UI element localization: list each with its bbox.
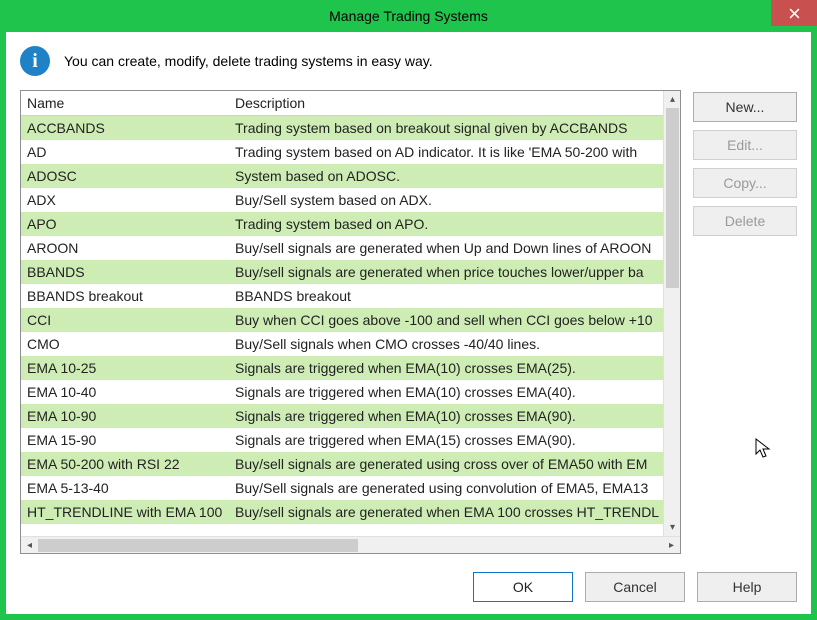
cell-name: EMA 10-90 — [21, 404, 229, 428]
table-row[interactable]: CCIBuy when CCI goes above -100 and sell… — [21, 308, 663, 332]
bottom-button-row: OK Cancel Help — [6, 564, 811, 614]
cell-description: BBANDS breakout — [229, 284, 663, 308]
cell-description: Buy/sell signals are generated when pric… — [229, 260, 663, 284]
cell-name: HT_TRENDLINE with EMA 100 — [21, 500, 229, 524]
table-row[interactable]: ADTrading system based on AD indicator. … — [21, 140, 663, 164]
cell-name: EMA 50-200 with RSI 22 — [21, 452, 229, 476]
cell-description: Trading system based on AD indicator. It… — [229, 140, 663, 164]
info-row: i You can create, modify, delete trading… — [6, 32, 811, 90]
cell-name: BBANDS breakout — [21, 284, 229, 308]
cell-name: APO — [21, 212, 229, 236]
cell-name: AD — [21, 140, 229, 164]
delete-button[interactable]: Delete — [693, 206, 797, 236]
ok-button[interactable]: OK — [473, 572, 573, 602]
table-row[interactable]: EMA 15-90Signals are triggered when EMA(… — [21, 428, 663, 452]
cell-name: ADOSC — [21, 164, 229, 188]
horizontal-scrollbar[interactable]: ◂ ▸ — [21, 536, 680, 553]
cell-description: Buy when CCI goes above -100 and sell wh… — [229, 308, 663, 332]
cell-description: Buy/sell signals are generated when Up a… — [229, 236, 663, 260]
table-row[interactable]: APOTrading system based on APO. — [21, 212, 663, 236]
new-button[interactable]: New... — [693, 92, 797, 122]
table-row[interactable]: ACCBANDSTrading system based on breakout… — [21, 116, 663, 140]
window-title: Manage Trading Systems — [329, 8, 488, 24]
info-icon: i — [20, 46, 50, 76]
cell-name: BBANDS — [21, 260, 229, 284]
table-row[interactable]: BBANDS breakoutBBANDS breakout — [21, 284, 663, 308]
cell-name: EMA 5-13-40 — [21, 476, 229, 500]
cell-name: EMA 15-90 — [21, 428, 229, 452]
table-row[interactable]: EMA 5-13-40Buy/Sell signals are generate… — [21, 476, 663, 500]
table-row[interactable]: HT_TRENDLINE with EMA 100Buy/sell signal… — [21, 500, 663, 524]
side-buttons: New... Edit... Copy... Delete — [693, 90, 797, 554]
scroll-right-arrow[interactable]: ▸ — [663, 537, 680, 554]
systems-table: Name Description ACCBANDSTrading system … — [20, 90, 681, 554]
scroll-left-arrow[interactable]: ◂ — [21, 537, 38, 554]
cell-description: System based on ADOSC. — [229, 164, 663, 188]
table-row[interactable]: EMA 50-200 with RSI 22Buy/sell signals a… — [21, 452, 663, 476]
table-row[interactable]: EMA 10-25Signals are triggered when EMA(… — [21, 356, 663, 380]
cell-name: EMA 10-25 — [21, 356, 229, 380]
cell-name: CCI — [21, 308, 229, 332]
cell-name: ADX — [21, 188, 229, 212]
cell-description: Signals are triggered when EMA(10) cross… — [229, 356, 663, 380]
table-row[interactable]: AROONBuy/sell signals are generated when… — [21, 236, 663, 260]
table-row[interactable]: EMA 10-40Signals are triggered when EMA(… — [21, 380, 663, 404]
table-row[interactable]: ADOSCSystem based on ADOSC. — [21, 164, 663, 188]
table-row[interactable]: EMA 10-90Signals are triggered when EMA(… — [21, 404, 663, 428]
table-row[interactable]: CMOBuy/Sell signals when CMO crosses -40… — [21, 332, 663, 356]
cell-name: ACCBANDS — [21, 116, 229, 140]
cell-name: AROON — [21, 236, 229, 260]
cancel-button[interactable]: Cancel — [585, 572, 685, 602]
info-text: You can create, modify, delete trading s… — [64, 53, 433, 69]
cell-description: Signals are triggered when EMA(15) cross… — [229, 428, 663, 452]
horizontal-scroll-thumb[interactable] — [38, 539, 358, 552]
cell-name: EMA 10-40 — [21, 380, 229, 404]
cell-name: CMO — [21, 332, 229, 356]
col-header-name[interactable]: Name — [21, 91, 229, 116]
table-row[interactable]: BBANDSBuy/sell signals are generated whe… — [21, 260, 663, 284]
cell-description: Buy/Sell signals when CMO crosses -40/40… — [229, 332, 663, 356]
table-row[interactable]: ADXBuy/Sell system based on ADX. — [21, 188, 663, 212]
cell-description: Trading system based on APO. — [229, 212, 663, 236]
copy-button[interactable]: Copy... — [693, 168, 797, 198]
edit-button[interactable]: Edit... — [693, 130, 797, 160]
scroll-down-arrow[interactable]: ▾ — [664, 519, 680, 536]
scroll-up-arrow[interactable]: ▴ — [664, 91, 680, 108]
cell-description: Signals are triggered when EMA(10) cross… — [229, 380, 663, 404]
help-button[interactable]: Help — [697, 572, 797, 602]
manage-trading-systems-window: Manage Trading Systems i You can create,… — [0, 0, 817, 620]
close-button[interactable] — [771, 0, 817, 26]
cell-description: Buy/Sell system based on ADX. — [229, 188, 663, 212]
cell-description: Buy/Sell signals are generated using con… — [229, 476, 663, 500]
content-row: Name Description ACCBANDSTrading system … — [6, 90, 811, 564]
close-icon — [789, 8, 800, 19]
vertical-scrollbar[interactable]: ▴ ▾ — [663, 91, 680, 536]
cell-description: Buy/sell signals are generated when EMA … — [229, 500, 663, 524]
col-header-description[interactable]: Description — [229, 91, 663, 116]
cell-description: Signals are triggered when EMA(10) cross… — [229, 404, 663, 428]
cell-description: Buy/sell signals are generated using cro… — [229, 452, 663, 476]
titlebar: Manage Trading Systems — [0, 0, 817, 32]
vertical-scroll-thumb[interactable] — [666, 108, 679, 288]
cell-description: Trading system based on breakout signal … — [229, 116, 663, 140]
